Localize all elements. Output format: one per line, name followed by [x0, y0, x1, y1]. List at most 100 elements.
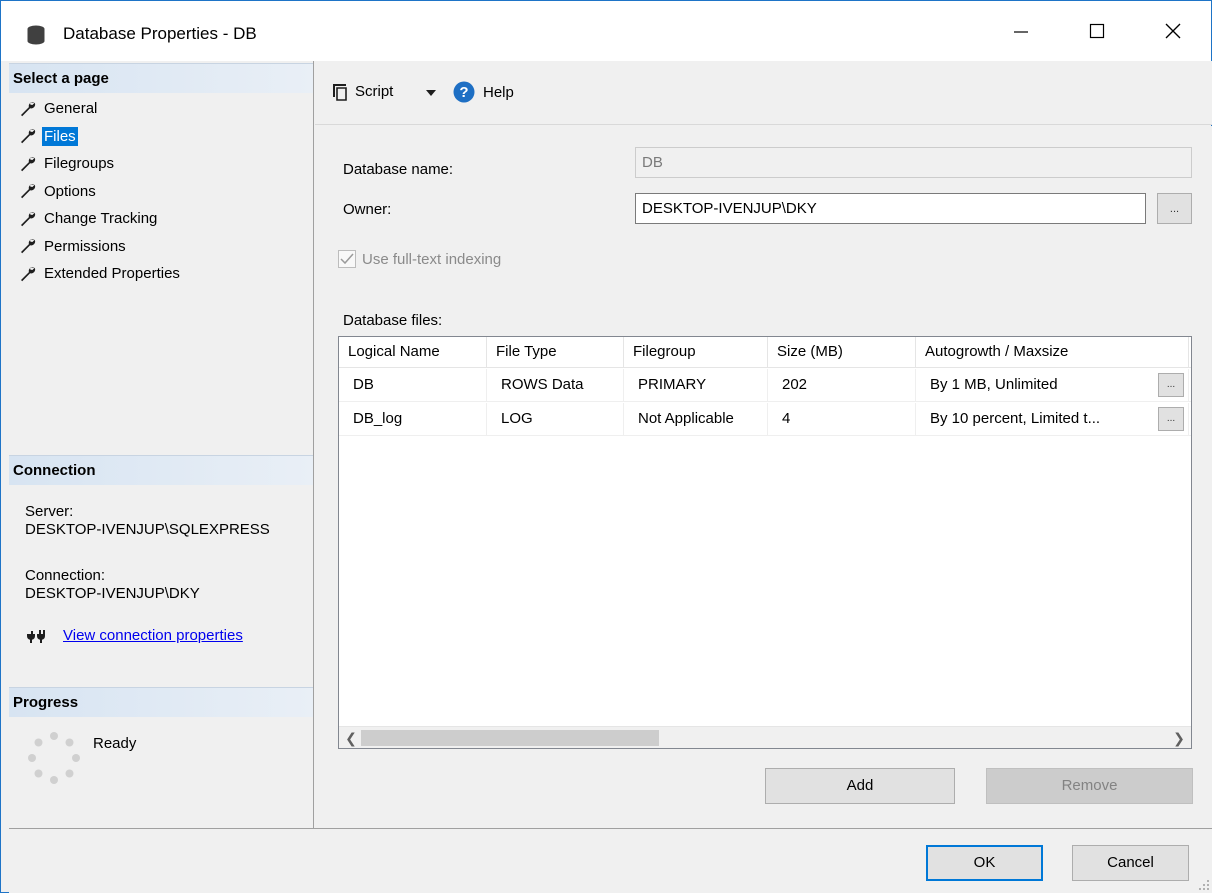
close-icon	[1165, 23, 1181, 39]
ok-button[interactable]: OK	[926, 845, 1043, 881]
progress-spinner-icon	[28, 732, 80, 784]
window-title: Database Properties - DB	[63, 24, 257, 43]
server-label: Server:	[25, 503, 74, 520]
column-header-file-type[interactable]: File Type	[487, 337, 624, 368]
cancel-button[interactable]: Cancel	[1072, 845, 1189, 881]
table-row[interactable]: DB ROWS Data PRIMARY 202 By 1 MB, Unlimi…	[339, 369, 1191, 402]
page-item-files[interactable]: Files	[13, 123, 313, 151]
scroll-thumb[interactable]	[361, 730, 659, 746]
connection-value: DESKTOP-IVENJUP\DKY	[25, 585, 200, 602]
close-button[interactable]	[1143, 1, 1203, 61]
database-files-label: Database files:	[343, 312, 443, 329]
owner-field[interactable]: DESKTOP-IVENJUP\DKY	[635, 193, 1146, 224]
database-icon	[27, 25, 45, 45]
wrench-icon	[21, 239, 36, 254]
script-button[interactable]: Script	[329, 81, 393, 101]
minimize-icon	[1014, 31, 1028, 33]
connection-header: Connection	[9, 455, 313, 485]
table-row[interactable]: DB_log LOG Not Applicable 4 By 10 percen…	[339, 403, 1191, 436]
cell-file-type[interactable]: LOG	[487, 403, 624, 436]
checkmark-icon	[340, 253, 354, 265]
cell-autogrowth: By 10 percent, Limited t... ...	[916, 403, 1189, 436]
page-item-options[interactable]: Options	[13, 178, 313, 206]
cell-filegroup[interactable]: PRIMARY	[624, 369, 768, 402]
page-item-permissions[interactable]: Permissions	[13, 233, 313, 261]
svg-text:?: ?	[459, 84, 468, 101]
cell-filegroup[interactable]: Not Applicable	[624, 403, 768, 436]
page-label: Extended Properties	[44, 265, 180, 283]
autogrowth-edit-button[interactable]: ...	[1158, 407, 1184, 431]
cell-size[interactable]: 202	[768, 369, 916, 402]
wrench-icon	[21, 211, 36, 226]
page-list: General Files Filegroups Options Change …	[13, 95, 313, 288]
wrench-icon	[21, 266, 36, 281]
autogrowth-value: By 1 MB, Unlimited	[930, 376, 1058, 393]
progress-header: Progress	[9, 687, 313, 717]
connection-info: Connection: DESKTOP-IVENJUP\DKY	[25, 567, 200, 603]
page-label: Permissions	[44, 237, 126, 255]
wrench-icon	[21, 101, 36, 116]
column-header-logical-name[interactable]: Logical Name	[339, 337, 487, 368]
page-label: General	[44, 100, 98, 118]
help-icon: ?	[453, 81, 475, 103]
maximize-icon	[1089, 23, 1105, 39]
files-page-content: Database name: DB Owner: DESKTOP-IVENJUP…	[315, 126, 1212, 828]
title-bar: Database Properties - DB	[1, 1, 1211, 61]
autogrowth-edit-button[interactable]: ...	[1158, 373, 1184, 397]
cell-file-type[interactable]: ROWS Data	[487, 369, 624, 402]
column-header-size[interactable]: Size (MB)	[768, 337, 916, 368]
page-label: Files	[42, 126, 78, 146]
page-label: Change Tracking	[44, 210, 158, 228]
horizontal-scrollbar[interactable]: ❮ ❯	[339, 726, 1191, 748]
scroll-left-icon[interactable]: ❮	[341, 729, 361, 747]
remove-button[interactable]: Remove	[986, 768, 1193, 804]
database-files-grid: Logical Name File Type Filegroup Size (M…	[338, 336, 1192, 749]
dialog-footer: OK Cancel	[9, 828, 1212, 893]
cell-size[interactable]: 4	[768, 403, 916, 436]
database-name-field: DB	[635, 147, 1192, 178]
view-connection-properties-link[interactable]: View connection properties	[63, 627, 243, 644]
grid-header: Logical Name File Type Filegroup Size (M…	[339, 337, 1191, 368]
owner-browse-button[interactable]: ...	[1157, 193, 1192, 224]
owner-label: Owner:	[343, 201, 392, 218]
script-dropdown[interactable]	[425, 89, 437, 97]
page-item-general[interactable]: General	[13, 95, 313, 123]
script-icon	[333, 84, 347, 101]
server-info: Server: DESKTOP-IVENJUP\SQLEXPRESS	[25, 503, 313, 539]
page-item-extended-properties[interactable]: Extended Properties	[13, 260, 313, 288]
progress-status: Ready	[93, 735, 137, 752]
plug-icon	[27, 630, 45, 643]
wrench-icon	[21, 129, 36, 144]
dropdown-arrow-icon	[426, 90, 436, 96]
connection-label: Connection:	[25, 567, 106, 584]
database-name-label: Database name:	[343, 161, 454, 178]
maximize-button[interactable]	[1067, 1, 1127, 61]
column-header-autogrowth[interactable]: Autogrowth / Maxsize	[916, 337, 1189, 368]
page-label: Options	[44, 182, 96, 200]
add-button[interactable]: Add	[765, 768, 955, 804]
help-label: Help	[483, 83, 514, 101]
minimize-button[interactable]	[991, 1, 1051, 61]
left-pane: Select a page General Files Filegroups O…	[9, 61, 314, 828]
view-connection-row: View connection properties	[25, 626, 243, 644]
cell-logical-name[interactable]: DB_log	[339, 403, 487, 436]
fulltext-indexing-checkbox[interactable]	[338, 250, 356, 268]
cell-logical-name[interactable]: DB	[339, 369, 487, 402]
wrench-icon	[21, 184, 36, 199]
column-header-filegroup[interactable]: Filegroup	[624, 337, 768, 368]
resize-grip-icon[interactable]	[1198, 879, 1210, 891]
page-item-filegroups[interactable]: Filegroups	[13, 150, 313, 178]
page-label: Filegroups	[44, 155, 115, 173]
select-page-header: Select a page	[9, 63, 313, 93]
server-value: DESKTOP-IVENJUP\SQLEXPRESS	[25, 521, 270, 538]
page-item-change-tracking[interactable]: Change Tracking	[13, 205, 313, 233]
help-button[interactable]: ? Help	[453, 81, 514, 103]
cell-autogrowth: By 1 MB, Unlimited ...	[916, 369, 1189, 402]
scroll-right-icon[interactable]: ❯	[1169, 729, 1189, 747]
database-properties-window: Database Properties - DB Select a page G…	[0, 0, 1212, 893]
toolbar: Script ? Help	[315, 61, 1212, 125]
fulltext-indexing-label: Use full-text indexing	[362, 250, 502, 268]
autogrowth-value: By 10 percent, Limited t...	[930, 410, 1101, 427]
fulltext-indexing-row: Use full-text indexing	[338, 250, 501, 268]
script-label: Script	[355, 82, 394, 100]
